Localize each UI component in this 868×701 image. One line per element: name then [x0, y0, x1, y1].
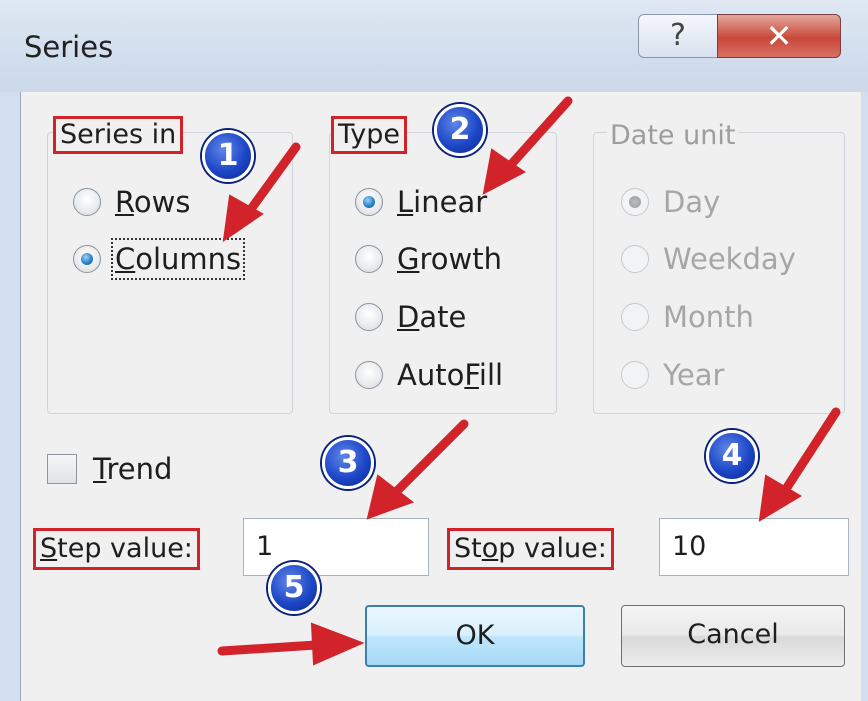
radio-autofill-label: AutoFill [397, 358, 504, 392]
close-button[interactable]: ✕ [717, 14, 841, 58]
dialog-body: Series in Rows Columns Type Linear Growt… [20, 92, 861, 701]
trend-checkbox[interactable] [47, 454, 77, 484]
radio-button-selected[interactable] [355, 188, 383, 216]
stop-value-input[interactable]: 10 [659, 518, 849, 576]
date-unit-label: Date unit [607, 120, 739, 152]
radio-growth[interactable]: Growth [355, 239, 502, 279]
radio-weekday-label: Weekday [663, 242, 796, 276]
ok-button[interactable]: OK [365, 605, 585, 667]
radio-linear-label: Linear [397, 185, 488, 219]
step-badge-5: 5 [268, 562, 320, 614]
radio-button[interactable] [355, 245, 383, 273]
radio-columns[interactable]: Columns [73, 238, 246, 280]
step-badge-4: 4 [706, 430, 758, 482]
step-badge-1: 1 [202, 130, 254, 182]
close-icon: ✕ [765, 17, 793, 55]
radio-button-disabled [621, 188, 649, 216]
radio-month-label: Month [663, 300, 754, 334]
radio-columns-label: Columns [110, 238, 246, 280]
radio-growth-label: Growth [397, 242, 502, 276]
trend-label[interactable]: Trend [93, 452, 172, 486]
radio-button[interactable] [73, 188, 101, 216]
step-badge-2: 2 [434, 104, 486, 156]
radio-button-disabled [621, 361, 649, 389]
radio-button[interactable] [355, 303, 383, 331]
title-bar: Series ? ✕ [0, 0, 868, 92]
radio-rows-label: Rows [115, 185, 191, 219]
radio-autofill[interactable]: AutoFill [355, 355, 503, 395]
step-badge-3: 3 [322, 437, 374, 489]
radio-date[interactable]: Date [355, 297, 466, 337]
radio-day: Day [621, 182, 720, 222]
radio-day-label: Day [663, 185, 721, 219]
radio-year: Year [621, 355, 724, 395]
dialog-title: Series [24, 30, 114, 64]
type-label: Type [331, 116, 408, 154]
radio-button-disabled [621, 303, 649, 331]
window-frame-left [0, 92, 20, 701]
radio-button-selected[interactable] [73, 245, 101, 273]
series-in-label: Series in [53, 116, 184, 154]
radio-year-label: Year [663, 358, 725, 392]
radio-linear[interactable]: Linear [355, 182, 487, 222]
stop-value-label: Stop value: [447, 528, 614, 570]
radio-month: Month [621, 297, 754, 337]
step-value-label: Step value: [33, 528, 200, 570]
series-dialog: Series ? ✕ Series in Rows Columns Type L… [0, 0, 868, 701]
help-button[interactable]: ? [638, 14, 718, 58]
radio-weekday: Weekday [621, 239, 796, 279]
step-value-input[interactable]: 1 [243, 518, 429, 576]
cancel-button[interactable]: Cancel [621, 605, 845, 667]
radio-button-disabled [621, 245, 649, 273]
window-frame-right [860, 92, 868, 701]
radio-rows[interactable]: Rows [73, 182, 190, 222]
radio-date-label: Date [397, 300, 467, 334]
radio-button[interactable] [355, 361, 383, 389]
help-icon: ? [670, 18, 686, 53]
